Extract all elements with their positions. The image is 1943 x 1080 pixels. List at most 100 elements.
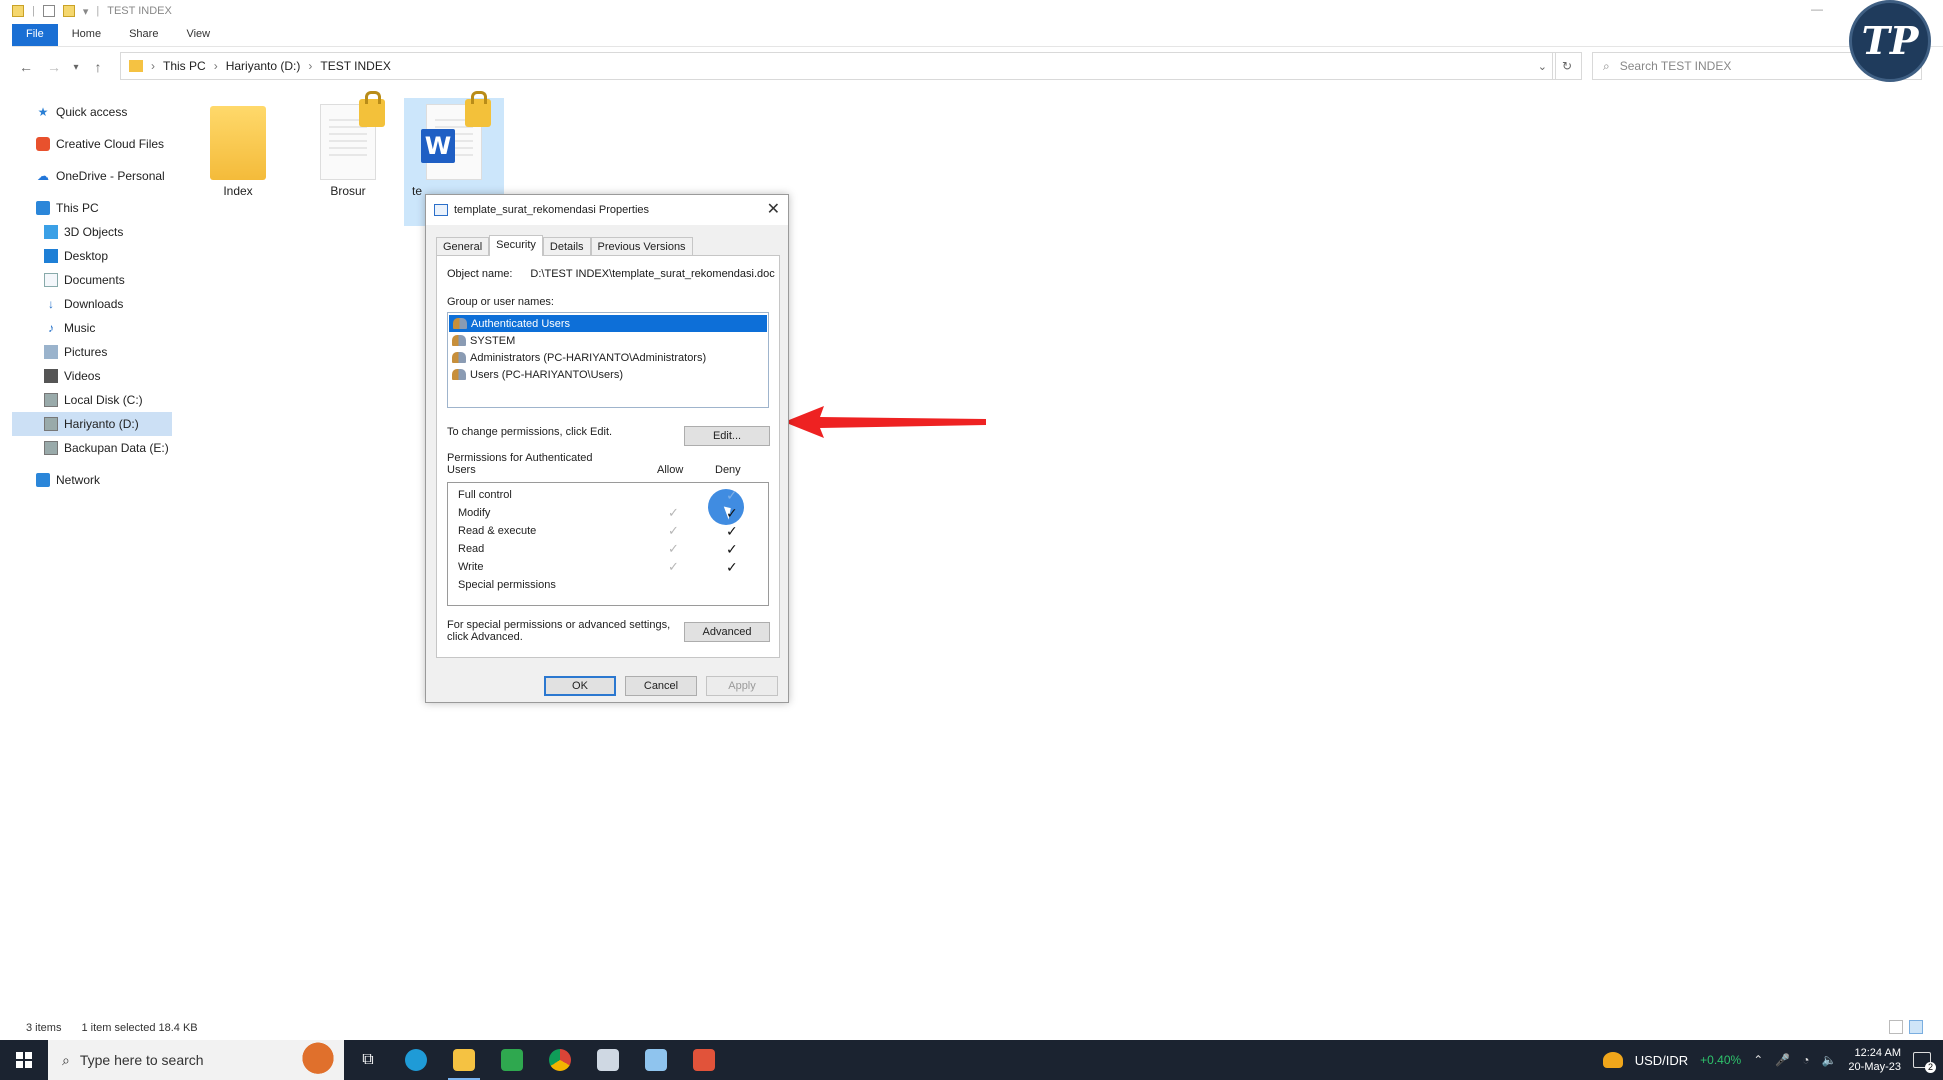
ticker-change: +0.40% [1700,1053,1742,1067]
ok-button[interactable]: OK [544,676,616,696]
properties-icon[interactable] [42,5,55,17]
app-icon[interactable] [584,1040,632,1080]
folder-icon [12,5,24,17]
start-button[interactable] [0,1040,48,1080]
sidebar-item-music[interactable]: ♪ Music [12,316,172,340]
tab-view[interactable]: View [172,24,224,46]
advanced-button[interactable]: Advanced [684,622,770,642]
user-list[interactable]: Authenticated Users SYSTEM Administrator… [447,312,769,408]
properties-dialog: template_surat_rekomendasi Properties ✕ … [425,194,789,703]
list-item[interactable]: Users (PC-HARIYANTO\Users) [448,366,768,383]
chevron-right-icon[interactable]: › [151,59,155,73]
check-icon: ✓ [726,487,738,503]
list-item[interactable]: Authenticated Users [449,315,767,332]
apply-button[interactable]: Apply [706,676,778,696]
tab-security[interactable]: Security [489,235,543,256]
forward-icon[interactable]: → [40,59,68,75]
tab-file[interactable]: File [12,24,58,46]
sidebar-item-documents[interactable]: Documents [12,268,172,292]
permission-name: Write [458,561,484,573]
volume-icon[interactable]: 🔈 [1821,1053,1836,1067]
minimize-button[interactable]: — [1811,2,1823,16]
taskbar-search-input[interactable]: ⌕ Type here to search [48,1040,344,1080]
item-count: 3 items [26,1022,62,1034]
sidebar-item-pictures[interactable]: Pictures [12,340,172,364]
list-item[interactable]: Administrators (PC-HARIYANTO\Administrat… [448,349,768,366]
permission-row: Write ✓ ✓ [458,559,758,577]
large-icons-view-icon[interactable] [1909,1020,1923,1034]
chevron-right-icon[interactable]: › [214,59,218,73]
user-name: SYSTEM [470,334,516,347]
sidebar-item-local-disk-c[interactable]: Local Disk (C:) [12,388,172,412]
file-item-index[interactable]: Index [188,98,288,198]
folder-icon [129,60,143,72]
chevron-down-icon[interactable]: ⌄ [1538,60,1547,73]
permission-row: Read ✓ ✓ [458,541,758,559]
close-icon[interactable]: ✕ [767,199,780,219]
tab-previous-versions[interactable]: Previous Versions [590,237,693,256]
drive-icon [44,417,58,431]
wifi-icon[interactable]: ◔ [1802,1053,1809,1067]
permission-row: Special permissions [458,577,758,595]
sidebar-item-desktop[interactable]: Desktop [12,244,172,268]
back-icon[interactable]: ← [12,59,40,75]
explorer-window: | ▾ | TEST INDEX — File Home Share View … [0,0,1943,1040]
tab-home[interactable]: Home [58,24,115,46]
chevron-right-icon[interactable]: › [308,59,312,73]
object-name-value: D:\TEST INDEX\template_surat_rekomendasi… [530,268,775,280]
cancel-button[interactable]: Cancel [625,676,697,696]
drive-icon [44,393,58,407]
address-bar[interactable]: › This PC › Hariyanto (D:) › TEST INDEX … [120,52,1556,80]
clock[interactable]: 12:24 AM 20-May-23 [1848,1046,1901,1074]
sidebar-item-3d-objects[interactable]: 3D Objects [12,220,172,244]
quick-access-dropdown-icon[interactable]: ▾ [83,5,89,18]
microphone-icon[interactable]: 🎤 [1775,1053,1790,1067]
new-folder-icon[interactable] [62,5,75,17]
sidebar-item-downloads[interactable]: ↓ Downloads [12,292,172,316]
ticker-label[interactable]: USD/IDR [1635,1053,1688,1068]
sidebar-item-backupan-e[interactable]: Backupan Data (E:) [12,436,172,460]
notification-icon[interactable] [1913,1052,1936,1073]
window-title: TEST INDEX [107,5,172,17]
tab-general[interactable]: General [436,237,490,256]
sidebar-item-onedrive[interactable]: ☁ OneDrive - Personal [12,164,172,188]
task-view-icon[interactable]: ⧉ [344,1040,392,1080]
recent-locations-icon[interactable]: ▾ [68,62,84,73]
breadcrumb-drive[interactable]: Hariyanto (D:) [226,59,301,73]
permissions-label-user: Users [447,464,476,476]
channel-logo: TP [1849,0,1931,82]
sidebar-item-creative-cloud[interactable]: Creative Cloud Files [12,132,172,156]
allow-header: Allow [657,464,684,476]
notes-icon[interactable] [632,1040,680,1080]
refresh-button[interactable]: ↻ [1552,52,1582,80]
onedrive-icon: ☁ [37,169,49,183]
sidebar-item-label: This PC [56,201,99,215]
folder-icon [210,106,266,180]
sidebar-item-this-pc[interactable]: This PC [12,196,172,220]
recorder-icon[interactable] [680,1040,728,1080]
tab-details[interactable]: Details [542,237,591,256]
tab-share[interactable]: Share [115,24,172,46]
edge-icon[interactable] [392,1040,440,1080]
check-icon: ✓ [668,523,679,538]
word-icon: W [421,129,455,163]
file-explorer-icon[interactable] [440,1040,488,1080]
camtasia-icon[interactable] [488,1040,536,1080]
separator: | [32,5,35,17]
chrome-icon[interactable] [536,1040,584,1080]
sidebar-item-network[interactable]: Network [12,468,172,492]
details-view-icon[interactable] [1889,1020,1903,1034]
up-icon[interactable]: ↑ [84,59,112,75]
breadcrumb-this-pc[interactable]: This PC [163,59,206,73]
sidebar-item-videos[interactable]: Videos [12,364,172,388]
edit-button[interactable]: Edit... [684,426,770,446]
selection-info: 1 item selected 18.4 KB [81,1022,198,1034]
chevron-up-icon[interactable]: ⌃ [1753,1053,1763,1067]
permission-row: Read & execute ✓ ✓ [458,523,758,541]
sidebar-item-quick-access[interactable]: ★ Quick access [12,100,172,124]
breadcrumb-folder[interactable]: TEST INDEX [320,59,390,73]
file-item-brosur[interactable]: Brosur [298,91,398,198]
permission-name: Read [458,543,485,555]
sidebar-item-hariyanto-d[interactable]: Hariyanto (D:) [12,412,172,436]
list-item[interactable]: SYSTEM [448,332,768,349]
